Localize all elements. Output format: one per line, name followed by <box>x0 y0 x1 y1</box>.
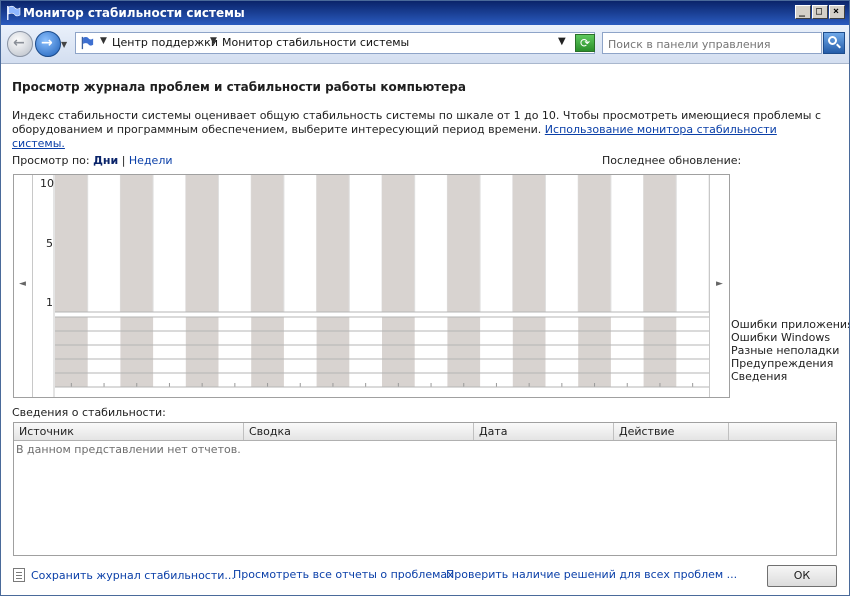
y-tick-label: 1 <box>46 296 53 309</box>
view-by-label: Просмотр по: <box>12 154 90 167</box>
search-button[interactable] <box>823 32 845 54</box>
forward-button[interactable]: → <box>35 31 61 57</box>
breadcrumb-item-stability-monitor[interactable]: Монитор стабильности системы <box>222 36 409 49</box>
y-tick-label: 5 <box>46 237 53 250</box>
view-days-option[interactable]: Дни <box>93 154 118 167</box>
event-column-shaded <box>578 317 611 387</box>
close-button[interactable]: × <box>829 5 845 19</box>
chart-column-shaded <box>185 175 219 312</box>
page-description: Индекс стабильности системы оценивает об… <box>12 109 822 150</box>
event-column-shaded <box>251 317 284 387</box>
column-header-source[interactable]: Источник <box>14 423 244 440</box>
breadcrumb-item-support-center[interactable]: Центр поддержки <box>112 36 218 49</box>
chevron-right-icon: ► <box>716 279 723 289</box>
event-column-shaded <box>185 317 219 387</box>
view-separator: | <box>121 154 126 167</box>
column-header-summary[interactable]: Сводка <box>244 423 474 440</box>
stability-chart-grid <box>53 175 710 397</box>
chart-column-shaded <box>55 175 88 312</box>
empty-table-message: В данном представлении нет отчетов. <box>16 443 241 456</box>
back-arrow-icon: ← <box>13 35 25 51</box>
refresh-icon: ⟳ <box>579 36 591 50</box>
chart-legend: Ошибки приложения Ошибки Windows Разные … <box>731 318 850 383</box>
event-column-shaded <box>120 317 154 387</box>
page-title: Просмотр журнала проблем и стабильности … <box>12 80 466 94</box>
check-solutions-link[interactable]: Проверить наличие решений для всех пробл… <box>446 568 737 581</box>
main-content: Просмотр журнала проблем и стабильности … <box>1 64 849 595</box>
details-label: Сведения о стабильности: <box>12 406 166 419</box>
event-column-shaded <box>447 317 481 387</box>
legend-warnings: Предупреждения <box>731 357 834 370</box>
search-input[interactable] <box>606 35 820 53</box>
history-dropdown-icon[interactable]: ▼ <box>61 40 67 49</box>
legend-application-errors: Ошибки приложения <box>731 318 850 331</box>
reports-table[interactable]: Источник Сводка Дата Действие В данном п… <box>13 422 837 556</box>
column-header-date[interactable]: Дата <box>474 423 614 440</box>
chart-column-shaded <box>382 175 415 312</box>
scroll-left-button[interactable]: ◄ <box>14 175 33 397</box>
refresh-button[interactable]: ⟳ <box>575 34 595 52</box>
breadcrumb-separator-icon[interactable]: ▼ <box>100 36 107 46</box>
minimize-button[interactable]: _ <box>795 5 811 19</box>
column-header-action[interactable]: Действие <box>614 423 729 440</box>
window-title: Монитор стабильности системы <box>23 6 245 20</box>
chart-column-shaded <box>316 175 350 312</box>
chart-column-shaded <box>251 175 284 312</box>
event-column-shaded <box>316 317 350 387</box>
chart-column-shaded <box>578 175 611 312</box>
forward-arrow-icon: → <box>41 35 53 51</box>
chart-column-shaded <box>512 175 546 312</box>
breadcrumb[interactable]: ▼ Центр поддержки ▼ Монитор стабильности… <box>75 32 595 54</box>
view-weeks-option[interactable]: Недели <box>129 154 173 167</box>
view-by: Просмотр по: Дни | Недели <box>12 154 173 167</box>
view-all-reports-link[interactable]: Просмотреть все отчеты о проблемах <box>233 568 454 581</box>
address-dropdown-icon[interactable]: ▼ <box>558 36 566 47</box>
event-column-shaded <box>512 317 546 387</box>
legend-information: Сведения <box>731 370 788 383</box>
back-button[interactable]: ← <box>7 31 33 57</box>
chevron-left-icon: ◄ <box>19 279 26 289</box>
scroll-right-button[interactable]: ► <box>709 175 730 397</box>
last-update-label: Последнее обновление: <box>602 154 742 167</box>
save-history-link[interactable]: Сохранить журнал стабильности... <box>13 568 235 582</box>
address-bar: ← → ▼ ▼ Центр поддержки ▼ Монитор стабил… <box>1 25 849 64</box>
search-box[interactable] <box>602 32 822 54</box>
ok-button[interactable]: ОК <box>767 565 837 587</box>
event-column-shaded <box>643 317 677 387</box>
title-bar: Монитор стабильности системы _ □ × <box>1 1 849 25</box>
legend-windows-errors: Ошибки Windows <box>731 331 831 344</box>
chart-column-shaded <box>447 175 481 312</box>
table-header: Источник Сводка Дата Действие <box>14 423 836 441</box>
event-column-shaded <box>55 317 88 387</box>
footer: Сохранить журнал стабильности... Просмот… <box>1 560 849 595</box>
breadcrumb-separator-icon[interactable]: ▼ <box>210 36 217 46</box>
maximize-button[interactable]: □ <box>812 5 828 19</box>
column-header-filler <box>729 423 836 440</box>
chart-column-shaded <box>120 175 154 312</box>
document-icon <box>13 568 25 582</box>
stability-chart[interactable]: ◄ ► 10 5 1 <box>13 174 730 398</box>
legend-misc-failures: Разные неполадки <box>731 344 840 357</box>
action-center-flag-icon <box>7 5 21 20</box>
y-tick-label: 10 <box>40 177 54 190</box>
chart-column-shaded <box>643 175 677 312</box>
event-column-shaded <box>382 317 415 387</box>
action-center-flag-icon <box>81 36 94 50</box>
stability-monitor-window: Монитор стабильности системы _ □ × ← → ▼… <box>0 0 850 596</box>
